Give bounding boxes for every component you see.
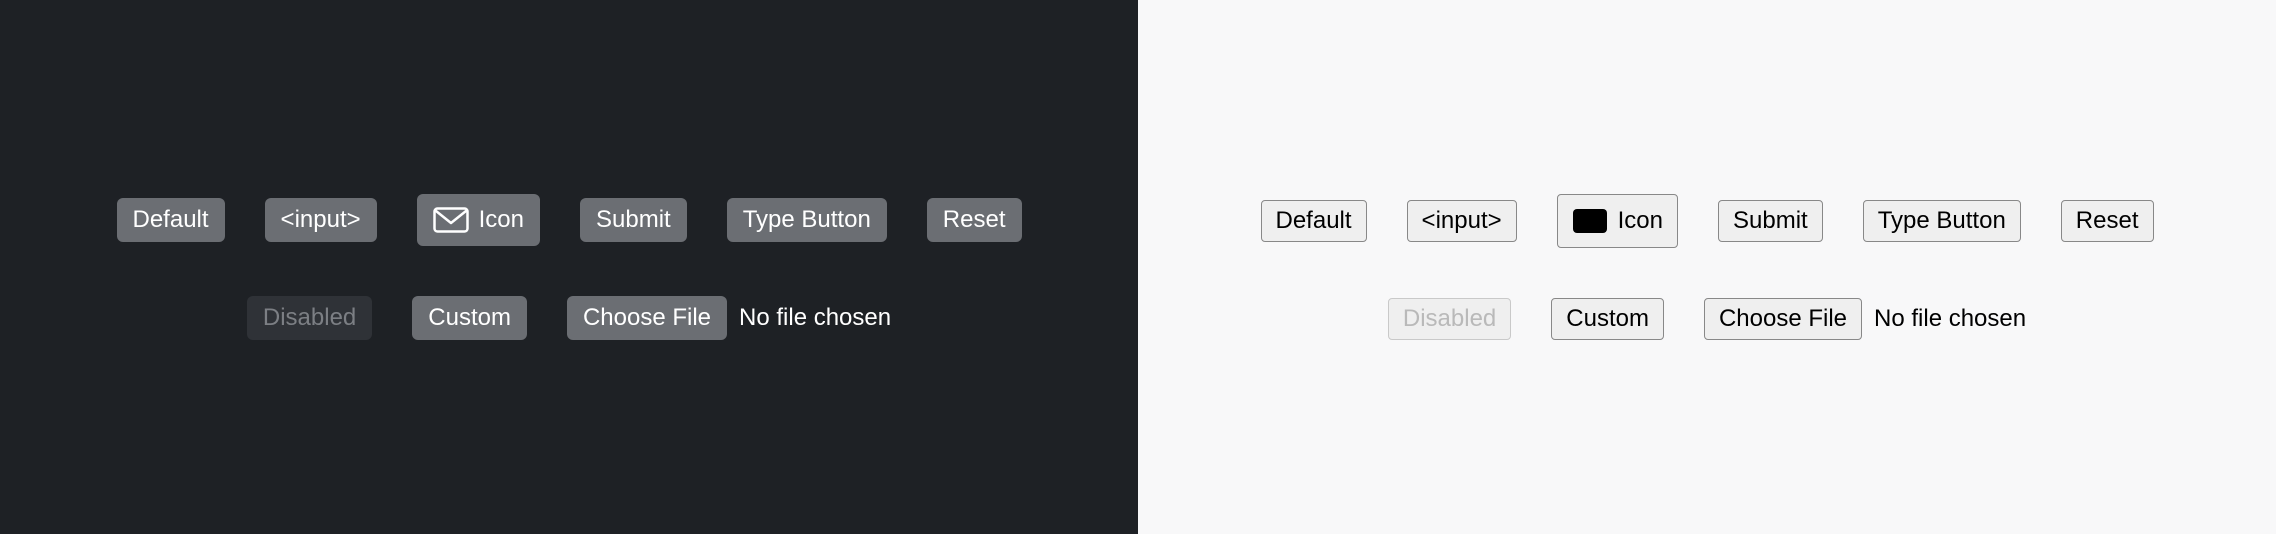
dark-theme-panel: Default Icon Disabled Custom Choose File… bbox=[0, 0, 1138, 534]
file-input[interactable]: Choose File No file chosen bbox=[567, 296, 891, 340]
file-status-text: No file chosen bbox=[739, 304, 891, 332]
light-row-2: Disabled Custom Choose File No file chos… bbox=[1388, 298, 2026, 340]
dark-row-1: Default Icon bbox=[117, 194, 1022, 246]
light-theme-panel: Default Icon Disabled Custom Choose File… bbox=[1138, 0, 2276, 534]
icon-button-label: Icon bbox=[479, 206, 524, 234]
dark-row-2: Disabled Custom Choose File No file chos… bbox=[247, 296, 891, 340]
icon-button-label: Icon bbox=[1618, 207, 1663, 235]
submit-button[interactable] bbox=[1718, 200, 1823, 242]
choose-file-button[interactable]: Choose File bbox=[567, 296, 727, 340]
input-element-button[interactable] bbox=[1407, 200, 1517, 242]
light-row-1: Default Icon bbox=[1261, 194, 2154, 248]
custom-button[interactable]: Custom bbox=[1551, 298, 1664, 340]
icon-button[interactable]: Icon bbox=[417, 194, 540, 246]
icon-button[interactable]: Icon bbox=[1557, 194, 1678, 248]
custom-button[interactable]: Custom bbox=[412, 296, 527, 340]
disabled-button: Disabled bbox=[1388, 298, 1511, 340]
default-button[interactable]: Default bbox=[1261, 200, 1367, 242]
choose-file-button[interactable]: Choose File bbox=[1704, 298, 1862, 340]
submit-button[interactable] bbox=[580, 198, 687, 242]
filled-rect-icon bbox=[1572, 208, 1608, 234]
type-button[interactable] bbox=[727, 198, 887, 242]
type-button[interactable] bbox=[1863, 200, 2021, 242]
reset-button[interactable] bbox=[2061, 200, 2154, 242]
disabled-button: Disabled bbox=[247, 296, 372, 340]
file-input[interactable]: Choose File No file chosen bbox=[1704, 298, 2026, 340]
file-status-text: No file chosen bbox=[1874, 305, 2026, 333]
reset-button[interactable] bbox=[927, 198, 1022, 242]
mail-icon bbox=[433, 207, 469, 233]
default-button[interactable]: Default bbox=[117, 198, 225, 242]
input-element-button[interactable] bbox=[265, 198, 377, 242]
